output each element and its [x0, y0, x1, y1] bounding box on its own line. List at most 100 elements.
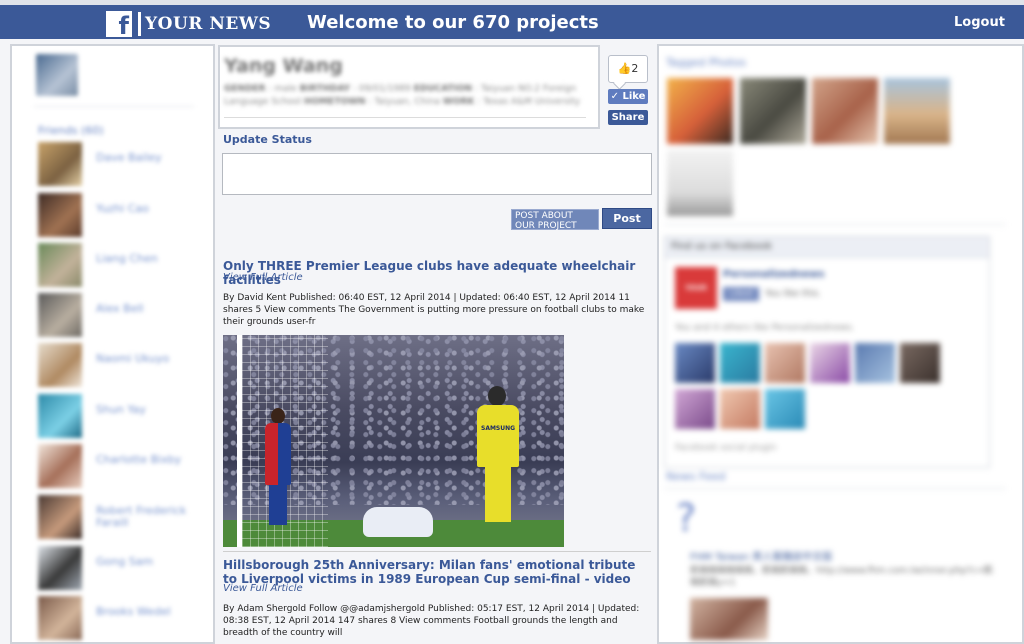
- tagged-photos-heading: Tagged Photos: [666, 56, 746, 69]
- divider: [224, 117, 586, 118]
- facebook-logo-icon: f: [106, 11, 132, 40]
- divider: [34, 106, 194, 107]
- article-body: By Adam Shergold Follow @@adamjshergold …: [223, 604, 640, 638]
- photo-keeper: [485, 467, 511, 522]
- news-feed-heading: News Feed: [666, 470, 726, 483]
- friend-item[interactable]: Alex Bell: [38, 293, 208, 337]
- friend-name: Gong Sam: [96, 555, 154, 568]
- plugin-header: Find us on Facebook: [665, 237, 989, 258]
- article-title[interactable]: Hillsborough 25th Anniversary: Milan fan…: [223, 558, 643, 586]
- like-count-bubble: 👍2: [608, 55, 648, 83]
- friend-avatar: [38, 596, 82, 640]
- profile-name: Yang Wang: [224, 55, 343, 77]
- education-label: EDUCATION: [413, 84, 473, 94]
- friend-item[interactable]: Charlotte Bixby: [38, 444, 208, 488]
- friend-name: Naomi Ukuyo: [96, 352, 170, 365]
- brand-name: YOUR NEWS: [145, 14, 272, 34]
- also-like-text: You and 4 others like Personalizednews.: [675, 323, 855, 333]
- fan-avatar[interactable]: [675, 389, 715, 429]
- like-count: 2: [631, 62, 639, 75]
- friend-name: Charlotte Bixby: [96, 453, 182, 466]
- update-status-heading: Update Status: [223, 133, 312, 146]
- view-full-article-link[interactable]: View Full Article: [223, 272, 303, 283]
- status-textarea[interactable]: [222, 153, 652, 195]
- friend-name: Yuzhi Cao: [96, 202, 149, 215]
- photo-player: [363, 507, 433, 537]
- friend-item[interactable]: Naomi Ukuyo: [38, 343, 208, 387]
- gender-label: GENDER: [224, 84, 266, 94]
- friends-heading: Friends (60): [38, 124, 104, 137]
- profile-card: Yang Wang GENDER : male BIRTHDAY : 09/01…: [218, 45, 600, 129]
- article-body: By David Kent Published: 06:40 EST, 12 A…: [223, 293, 645, 327]
- article-photo[interactable]: SAMSUNG: [223, 335, 564, 547]
- friend-avatar: [38, 142, 82, 186]
- feed-item-title[interactable]: FHM Taiwan 男人幫雜誌中文版: [690, 548, 832, 563]
- friend-item[interactable]: Gong Sam: [38, 546, 208, 590]
- fan-avatar[interactable]: [765, 343, 805, 383]
- friend-name: Liang Chen: [96, 252, 158, 265]
- friend-avatar: [38, 444, 82, 488]
- post-button[interactable]: Post: [602, 208, 652, 229]
- fan-avatar[interactable]: [675, 343, 715, 383]
- friend-name: Brooks Wedel: [96, 605, 171, 618]
- friend-item[interactable]: Robert Frederick Faraill: [38, 495, 208, 539]
- friend-avatar: [38, 495, 82, 539]
- friend-avatar: [38, 394, 82, 438]
- top-navbar: f YOUR NEWS Welcome to our 670 projects …: [0, 5, 1024, 40]
- page-name[interactable]: Personalizednews: [723, 269, 824, 280]
- fan-avatar[interactable]: [810, 343, 850, 383]
- fan-avatar[interactable]: [765, 389, 805, 429]
- friend-item[interactable]: Yuzhi Cao: [38, 193, 208, 237]
- friend-item[interactable]: Shun Yay: [38, 394, 208, 438]
- page-logo[interactable]: YOUR NEWS: [675, 267, 717, 334]
- like-button[interactable]: ✓ Like: [608, 89, 648, 104]
- divider: [664, 224, 1006, 225]
- photo-player: [271, 408, 285, 424]
- friend-item[interactable]: Liang Chen: [38, 243, 208, 287]
- tagged-photo[interactable]: [740, 78, 806, 144]
- liked-button[interactable]: Liked: [723, 287, 759, 301]
- friend-avatar: [38, 546, 82, 590]
- birthday-label: BIRTHDAY: [299, 84, 351, 94]
- friend-avatar: [38, 293, 82, 337]
- thumbs-up-icon: 👍: [617, 62, 632, 75]
- post-about-project-button[interactable]: POST ABOUT OUR PROJECT: [511, 209, 599, 231]
- welcome-title: Welcome to our 670 projects: [307, 12, 599, 33]
- article-divider: [223, 551, 651, 552]
- fan-avatar[interactable]: [855, 343, 895, 383]
- divider: [664, 488, 1006, 489]
- tagged-photo[interactable]: [884, 78, 950, 144]
- birthday-value: 09/01/1989: [358, 84, 411, 94]
- photo-keeper: [477, 405, 519, 467]
- feed-item-thumbnail[interactable]: [690, 598, 768, 640]
- friend-avatar: [38, 243, 82, 287]
- hometown-value: Taiyuan, China: [374, 97, 441, 107]
- tagged-photo[interactable]: [667, 78, 733, 144]
- friend-avatar: [38, 193, 82, 237]
- fan-avatar[interactable]: [720, 389, 760, 429]
- share-button[interactable]: Share: [608, 110, 648, 125]
- profile-info: GENDER : male BIRTHDAY : 09/01/1989 EDUC…: [224, 84, 581, 107]
- user-avatar[interactable]: [36, 54, 78, 96]
- social-plugin-text: Facebook social plugin: [675, 443, 777, 453]
- photo-sponsor-text: SAMSUNG: [481, 425, 516, 432]
- logo-divider: [138, 12, 141, 36]
- work-label: WORK: [442, 97, 475, 107]
- fan-avatar[interactable]: [720, 343, 760, 383]
- friend-item[interactable]: Dave Bailey: [38, 142, 208, 186]
- friend-name: Shun Yay: [96, 403, 146, 416]
- friend-name: Alex Bell: [96, 302, 144, 315]
- view-full-article-link[interactable]: View Full Article: [223, 583, 303, 594]
- tagged-photo[interactable]: [667, 150, 733, 216]
- find-us-heading: Find us on Facebook: [671, 241, 773, 252]
- friend-name: Robert Frederick Faraill: [96, 504, 187, 529]
- friend-item[interactable]: Brooks Wedel: [38, 596, 208, 640]
- hometown-label: HOMETOWN: [304, 97, 366, 107]
- logout-link[interactable]: Logout: [954, 15, 1005, 30]
- friend-avatar: [38, 343, 82, 387]
- photo-player: [265, 423, 291, 485]
- work-value: Texas A&M University: [483, 97, 581, 107]
- photo-player: [269, 485, 287, 525]
- fan-avatar[interactable]: [900, 343, 940, 383]
- tagged-photo[interactable]: [812, 78, 878, 144]
